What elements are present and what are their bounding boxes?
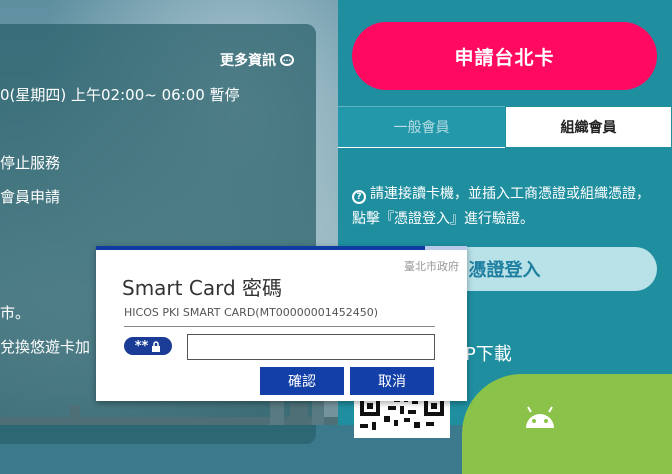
notice-line[interactable]: 停止服務	[0, 152, 60, 173]
tab-organization-member[interactable]: 組織會員	[505, 106, 672, 148]
smart-card-pin-dialog: 臺北市政府 Smart Card 密碼 HICOS PKI SMART CARD…	[96, 246, 467, 401]
notice-line[interactable]: 會員申請	[0, 186, 60, 207]
cancel-button[interactable]: 取消	[350, 367, 434, 395]
android-download-badge[interactable]	[462, 374, 672, 474]
more-info-link[interactable]: 更多資訊 ···	[220, 50, 294, 70]
info-bubble-icon: ···	[280, 54, 294, 66]
pin-badge: **	[124, 337, 172, 355]
pin-input[interactable]	[187, 334, 435, 360]
apply-taipei-card-button[interactable]: 申請台北卡	[352, 22, 657, 90]
more-info-label: 更多資訊	[220, 53, 276, 69]
dialog-title: Smart Card 密碼	[122, 276, 282, 300]
help-icon: ?	[352, 190, 366, 204]
dialog-org-label: 臺北市政府	[404, 260, 459, 273]
instruction-text: ? 請連接讀卡機，並插入工商憑證或組織憑證，點擊『憑證登入』進行驗證。	[352, 182, 652, 232]
card-info: HICOS PKI SMART CARD(MT00000001452450)	[124, 306, 379, 319]
android-icon	[526, 406, 554, 428]
notice-line[interactable]: 0(星期四) 上午02:00~ 06:00 暫停	[0, 84, 240, 105]
divider	[124, 326, 435, 327]
notice-line[interactable]: 兌換悠遊卡加	[0, 336, 90, 357]
instruction-label: 請連接讀卡機，並插入工商憑證或組織憑證，點擊『憑證登入』進行驗證。	[352, 186, 650, 227]
member-tabs: 一般會員 組織會員	[338, 106, 672, 148]
tab-general-member[interactable]: 一般會員	[338, 106, 505, 148]
confirm-button[interactable]: 確認	[260, 367, 344, 395]
dialog-title-stripe	[425, 246, 467, 250]
lock-icon	[152, 340, 161, 352]
pin-badge-text: **	[134, 338, 149, 354]
notice-line[interactable]: 市。	[0, 302, 30, 323]
